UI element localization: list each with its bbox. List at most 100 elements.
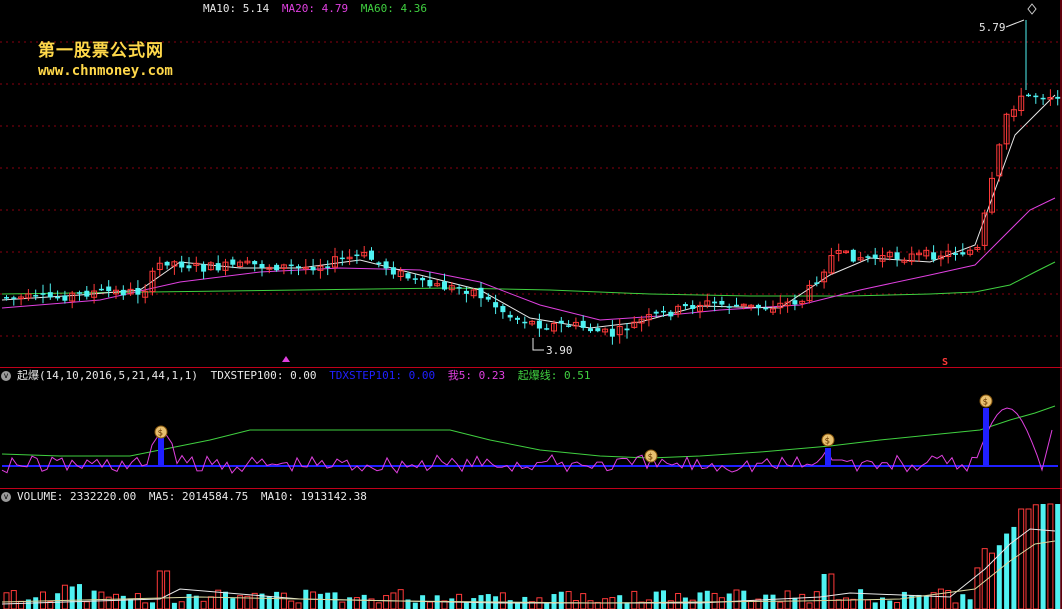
candle-down bbox=[493, 302, 499, 308]
candle-down bbox=[544, 328, 550, 330]
candle-down bbox=[40, 293, 46, 295]
volume-bar-up bbox=[83, 601, 90, 609]
candle-down bbox=[872, 254, 878, 259]
high-leader bbox=[1005, 19, 1025, 28]
volume-bar-down bbox=[872, 602, 878, 609]
ma20-label: MA20: 4.79 bbox=[281, 2, 349, 15]
volume-bar-up bbox=[215, 589, 222, 609]
candle-down bbox=[33, 295, 39, 297]
volume-bar-up bbox=[733, 589, 740, 609]
wo5-label: 我5: 0.23 bbox=[447, 369, 506, 382]
volume-bar-down bbox=[558, 591, 564, 609]
volume-bar-up bbox=[499, 592, 506, 609]
volume-bar-up bbox=[10, 590, 17, 609]
volume-ma5-line bbox=[1, 528, 1056, 605]
volume-bar-down bbox=[697, 592, 703, 609]
volume-bar-down bbox=[120, 595, 126, 609]
candle-down bbox=[726, 306, 732, 308]
candle-down bbox=[339, 257, 345, 260]
volume-bar-up bbox=[835, 599, 842, 609]
volume-bar-up bbox=[799, 593, 806, 609]
volume-bar-down bbox=[653, 591, 659, 609]
volume-bar-up bbox=[565, 591, 572, 609]
volume-bar-up bbox=[784, 590, 791, 609]
volume-bar-up bbox=[689, 599, 696, 609]
volume-bar-up bbox=[339, 601, 346, 609]
volume-panel[interactable]: v VOLUME: 2332220.00 MA5: 2014584.75 MA10… bbox=[0, 489, 1062, 609]
candle-down bbox=[1033, 95, 1039, 98]
candle-down bbox=[383, 261, 389, 269]
candle-down bbox=[960, 252, 966, 255]
volume-bar-up bbox=[3, 592, 10, 609]
volume-bar-up bbox=[200, 600, 207, 609]
volume-bar-up bbox=[1032, 504, 1039, 609]
candle-down bbox=[1055, 96, 1061, 99]
volume-bar-down bbox=[544, 602, 550, 609]
candle-down bbox=[865, 256, 871, 258]
candle-down bbox=[354, 254, 360, 257]
volume-bar-down bbox=[69, 586, 75, 609]
indicator-legend: v 起爆(14,10,2016,5,21,44,1,1) TDXSTEP100: … bbox=[1, 369, 597, 383]
candle-down bbox=[427, 280, 433, 287]
volume-bar-up bbox=[426, 601, 433, 609]
collapse-indicator-icon[interactable]: v bbox=[1, 371, 11, 381]
volume-bar-down bbox=[471, 598, 477, 609]
ma60-label: MA60: 4.36 bbox=[360, 2, 427, 15]
volume-bar-down bbox=[274, 591, 280, 609]
volume-bar-down bbox=[230, 598, 236, 609]
candle-down bbox=[894, 252, 900, 260]
svg-text:$: $ bbox=[648, 453, 653, 463]
volume-bar-down bbox=[923, 595, 929, 609]
tdxstep100-label: TDXSTEP100: 0.00 bbox=[210, 369, 317, 382]
candle-down bbox=[4, 297, 9, 299]
signal-bar bbox=[983, 408, 989, 466]
candle-down bbox=[456, 287, 462, 289]
volume-chart[interactable] bbox=[0, 489, 1062, 609]
volume-bar-down bbox=[770, 594, 776, 609]
candle-down bbox=[179, 261, 185, 268]
candle-down bbox=[442, 281, 447, 290]
volume-bar-down bbox=[77, 584, 82, 609]
candle-down bbox=[668, 311, 674, 317]
volume-bar-up bbox=[711, 592, 718, 609]
volume-bar-up bbox=[748, 600, 755, 609]
volume-bar-up bbox=[353, 597, 360, 609]
candle-down bbox=[682, 304, 688, 307]
collapse-volume-icon[interactable]: v bbox=[1, 492, 11, 502]
candle-down bbox=[164, 261, 170, 266]
volume-bar-down bbox=[1004, 533, 1010, 609]
vol-ma5-label: MA5: 2014584.75 bbox=[148, 490, 249, 503]
candle-down bbox=[84, 290, 90, 297]
candle-down bbox=[201, 264, 207, 272]
qibaoxian-label: 起爆线: 0.51 bbox=[517, 369, 591, 382]
price-panel[interactable]: 5.79 3.90 S MA10: 5.14 MA20: 4.79 MA60: 4.… bbox=[0, 0, 1062, 367]
candle-down bbox=[507, 314, 513, 318]
signal-bar bbox=[825, 448, 831, 466]
volume-bar-up bbox=[178, 601, 185, 609]
volume-bar-down bbox=[420, 595, 426, 609]
volume-bar-up bbox=[310, 591, 317, 609]
volume-bar-up bbox=[164, 570, 171, 609]
candle-down bbox=[792, 300, 798, 305]
money-bag-icon: $ bbox=[821, 433, 835, 447]
ma10-line bbox=[1, 94, 1056, 329]
candle-down bbox=[310, 267, 316, 271]
candle-down bbox=[580, 320, 586, 328]
candle-down bbox=[536, 320, 542, 329]
volume-bar-down bbox=[821, 574, 827, 609]
candle-down bbox=[478, 287, 484, 299]
volume-bar-up bbox=[397, 589, 404, 609]
indicator-chart[interactable]: $ $ $ $ bbox=[0, 368, 1062, 488]
volume-legend: v VOLUME: 2332220.00 MA5: 2014584.75 MA10… bbox=[1, 490, 373, 504]
volume-bar-down bbox=[887, 600, 893, 609]
candle-down bbox=[405, 273, 411, 279]
volume-bar-up bbox=[142, 602, 149, 609]
indicator-panel[interactable]: $ $ $ $ v 起爆(14,10,2016,5,21,44,1,1) TDXSTEP… bbox=[0, 368, 1062, 488]
indicator-name: 起爆 bbox=[17, 369, 39, 382]
volume-bar-down bbox=[960, 594, 966, 609]
candle-down bbox=[953, 253, 958, 255]
candle-down bbox=[369, 250, 374, 260]
volume-bar-down bbox=[347, 597, 353, 609]
volume-bar-up bbox=[631, 590, 638, 609]
diamond-icon bbox=[1027, 3, 1037, 15]
